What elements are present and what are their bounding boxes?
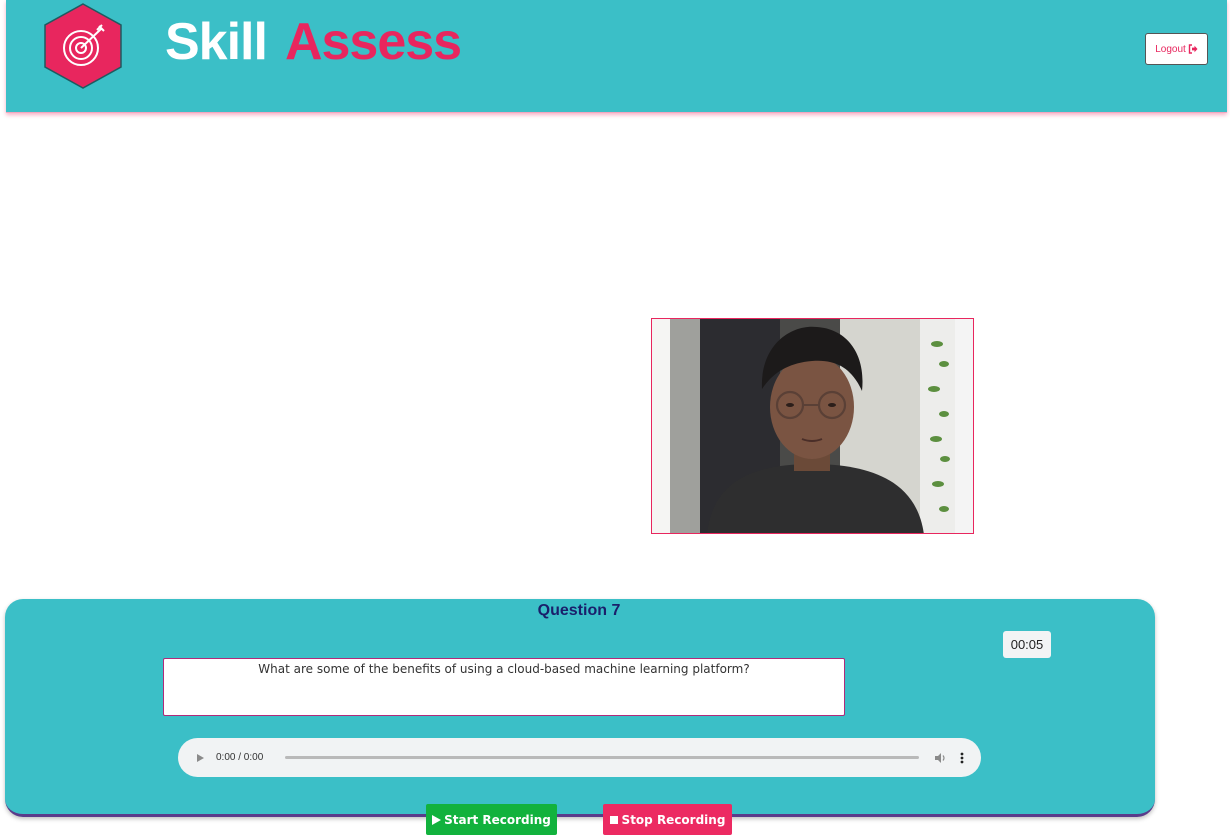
stop-icon	[609, 815, 618, 824]
audio-seek-bar[interactable]	[285, 756, 919, 759]
webcam-feed-image	[652, 319, 973, 533]
more-options-icon[interactable]	[955, 751, 969, 765]
brand-word-assess: Assess	[284, 13, 462, 71]
play-icon[interactable]	[194, 752, 206, 764]
brand-word-skill: Skill	[165, 13, 268, 71]
start-recording-label: Start Recording	[444, 812, 551, 827]
logout-label: Logout	[1155, 43, 1186, 55]
stop-recording-label: Stop Recording	[621, 812, 726, 827]
app-header: Skill Assess Logout	[6, 0, 1227, 113]
start-recording-button[interactable]: Start Recording	[426, 804, 557, 835]
target-logo-icon	[44, 3, 122, 89]
volume-icon[interactable]	[933, 751, 947, 765]
countdown-timer: 00:05	[1003, 631, 1051, 658]
audio-player[interactable]: 0:00 / 0:00	[178, 738, 981, 777]
question-text-box: What are some of the benefits of using a…	[163, 658, 845, 716]
stop-recording-button[interactable]: Stop Recording	[603, 804, 732, 835]
question-panel: Question 7 00:05 What are some of the be…	[5, 599, 1155, 817]
play-icon	[432, 814, 442, 825]
webcam-video	[651, 318, 974, 534]
brand-title: Skill Assess	[165, 12, 462, 72]
question-title: Question 7	[537, 602, 621, 619]
logout-button[interactable]: Logout	[1145, 33, 1208, 65]
audio-time: 0:00 / 0:00	[216, 752, 264, 763]
sign-out-icon	[1188, 44, 1198, 54]
